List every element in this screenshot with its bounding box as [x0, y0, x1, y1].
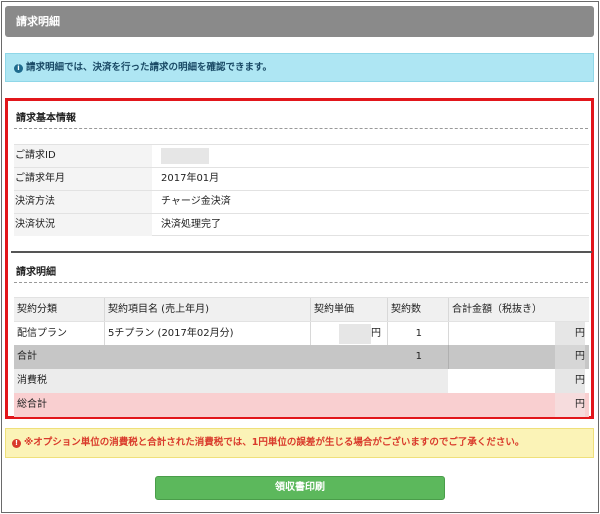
col-header: 契約数: [391, 304, 421, 315]
basic-label: 決済状況: [14, 214, 152, 236]
subtotal-row: 合計 1 円: [14, 345, 589, 369]
basic-row-id: ご請求ID: [14, 144, 589, 167]
basic-info-title: 請求基本情報: [16, 113, 76, 124]
highlight-box: 請求基本情報 ご請求ID ご請求年月 2017年01月 決済方法 チャージ金決済…: [5, 98, 594, 419]
basic-row-method: 決済方法 チャージ金決済: [14, 190, 589, 213]
item-category: 配信プラン: [17, 328, 67, 339]
warning-banner: ! ※オプション単位の消費税と合計された消費税では、1円単位の誤差が生じる場合がご…: [5, 428, 594, 458]
alert-circle-icon: !: [12, 439, 21, 448]
basic-value: チャージ金決済: [161, 196, 231, 207]
col-header: 合計金額（税抜き）: [452, 304, 542, 315]
grand-total-row: 総合計 円: [14, 393, 589, 417]
tax-row: 消費税 円: [14, 369, 589, 393]
basic-label: 決済方法: [14, 191, 152, 213]
grand-total-label: 総合計: [17, 399, 47, 410]
divider: [14, 282, 588, 283]
col-header: 契約項目名 (売上年月): [108, 304, 209, 315]
basic-label: ご請求ID: [14, 145, 152, 167]
basic-row-status: 決済状況 決済処理完了: [14, 213, 589, 236]
warning-text: ※オプション単位の消費税と合計された消費税では、1円単位の誤差が生じる場合がござ…: [24, 437, 525, 448]
tax-yen: 円: [575, 375, 585, 386]
grand-total-yen: 円: [575, 399, 585, 410]
table-row: 配信プラン 5チプラン (2017年02月分) 円 1 円: [14, 321, 589, 346]
subtotal-quantity: 1: [415, 351, 422, 362]
unit-price-yen: 円: [371, 328, 381, 339]
page-title: 請求明細: [5, 6, 594, 37]
col-header: 契約単価: [314, 304, 354, 315]
col-header: 契約分類: [17, 304, 57, 315]
subtotal-yen: 円: [575, 351, 585, 362]
basic-label: ご請求年月: [14, 168, 152, 190]
table-header: 契約分類 契約項目名 (売上年月) 契約単価 契約数 合計金額（税抜き）: [14, 297, 589, 322]
item-quantity: 1: [415, 328, 422, 339]
basic-value: 決済処理完了: [161, 219, 221, 230]
info-circle-icon: i: [14, 64, 23, 73]
basic-row-month: ご請求年月 2017年01月: [14, 167, 589, 190]
info-text: 請求明細では、決済を行った請求の明細を確認できます。: [26, 62, 273, 73]
masked-id: [161, 148, 209, 164]
item-total-yen: 円: [575, 328, 585, 339]
print-receipt-button[interactable]: 領収書印刷: [155, 476, 445, 500]
item-name: 5チプラン (2017年02月分): [108, 328, 234, 339]
info-banner: i 請求明細では、決済を行った請求の明細を確認できます。: [5, 53, 594, 82]
details-title: 請求明細: [16, 267, 56, 278]
divider: [14, 128, 588, 129]
tax-label: 消費税: [17, 375, 47, 386]
subtotal-label: 合計: [17, 351, 37, 362]
basic-value: 2017年01月: [161, 173, 220, 184]
section-divider: [11, 251, 592, 253]
